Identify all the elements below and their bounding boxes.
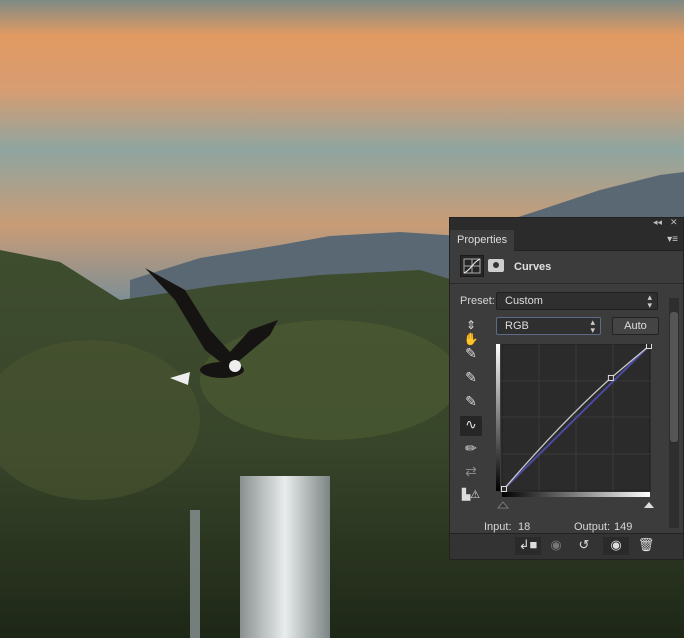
channel-value: RGB [505, 320, 529, 332]
input-value: 18 [518, 521, 531, 533]
mask-icon[interactable] [488, 259, 504, 272]
black-point-eyedropper-icon[interactable]: ✎ [460, 345, 482, 365]
reset-icon[interactable]: ↺ [571, 537, 597, 555]
white-point-slider[interactable] [644, 502, 654, 508]
panel-menu-icon[interactable]: ▾≡ [667, 234, 678, 245]
channel-dropdown[interactable]: RGB ▴ ▾ [496, 317, 601, 335]
panel-scrollbar[interactable] [669, 298, 679, 528]
properties-panel: ◂◂ ✕ Properties ▾≡ Curves Preset: Custom… [449, 217, 684, 560]
smooth-curve-icon[interactable]: ⇄ [460, 463, 482, 483]
clipping-warning-icon[interactable]: ▙⚠ [460, 488, 482, 508]
curves-graph[interactable] [496, 344, 656, 510]
trash-icon[interactable]: 🗑 [633, 537, 659, 555]
white-point-eyedropper-icon[interactable]: ✎ [460, 393, 482, 413]
view-previous-state-icon[interactable]: ◉ [543, 537, 569, 555]
gray-point-eyedropper-icon[interactable]: ✎ [460, 369, 482, 389]
preset-label: Preset: [460, 295, 495, 307]
curves-adjustment-icon[interactable] [460, 255, 484, 277]
output-value: 149 [614, 521, 633, 533]
black-point-slider[interactable] [496, 501, 510, 509]
curve-control-point[interactable] [501, 486, 507, 492]
preset-dropdown[interactable]: Custom ▴ ▾ [496, 292, 658, 310]
output-label: Output: [574, 521, 611, 533]
visibility-eye-icon[interactable]: ◉ [603, 537, 629, 555]
collapse-icon[interactable]: ◂◂ [653, 217, 662, 228]
auto-button[interactable]: Auto [612, 317, 659, 335]
tab-properties[interactable]: Properties [450, 230, 514, 251]
close-icon[interactable]: ✕ [670, 217, 678, 228]
scrollbar-thumb[interactable] [670, 312, 678, 442]
adjustment-title: Curves [514, 261, 552, 273]
targeted-adjustment-hand-icon[interactable]: ⇕✋ [460, 318, 482, 346]
updown-icon: ▴ ▾ [590, 317, 595, 335]
curve-control-point[interactable] [607, 374, 614, 381]
preset-value: Custom [505, 295, 543, 307]
updown-icon: ▴ ▾ [647, 292, 652, 310]
clip-to-layer-icon[interactable]: ↲■ [515, 537, 541, 555]
curve-control-point[interactable] [646, 344, 652, 349]
panel-titlebar: ◂◂ ✕ [450, 217, 683, 230]
curve-point-tool-icon[interactable]: ∿ [460, 416, 482, 436]
pencil-icon[interactable]: ✏ [460, 440, 482, 460]
input-label: Input: [484, 521, 512, 533]
panel-footer: ↲■ ◉ ↺ ◉ 🗑 [450, 533, 683, 559]
